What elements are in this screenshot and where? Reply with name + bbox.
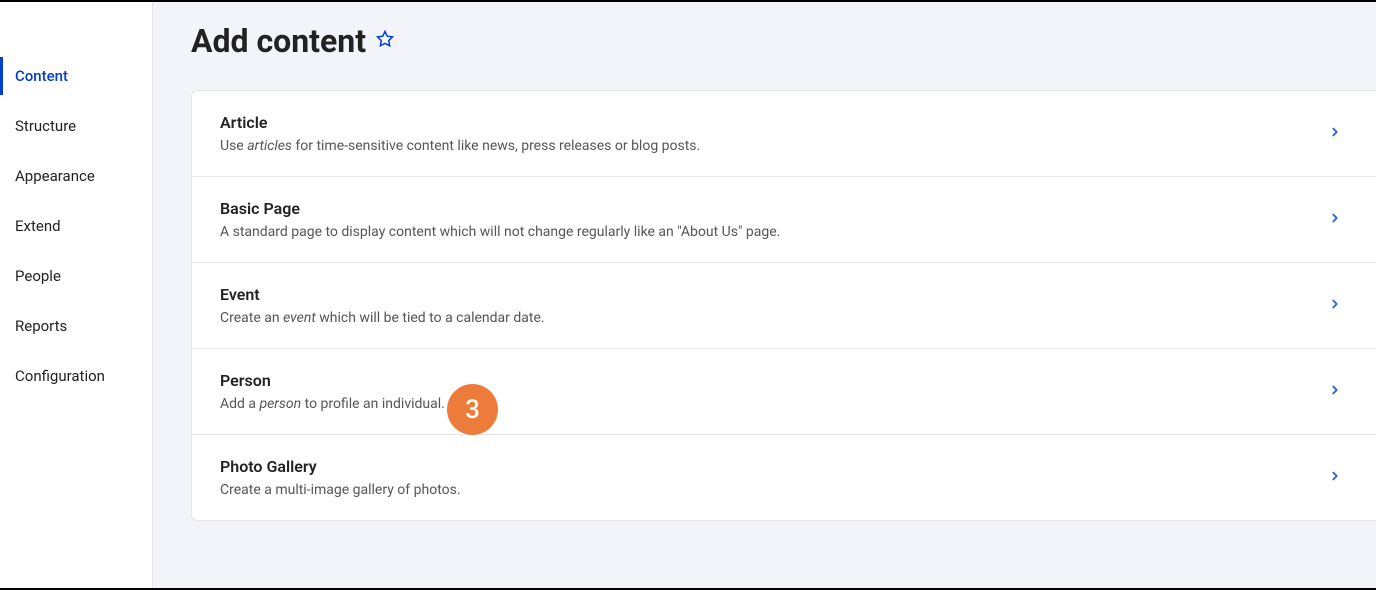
favorite-star-icon[interactable]	[376, 30, 394, 52]
content-item-description: Add a person to profile an individual.	[220, 396, 1328, 412]
sidebar-item-appearance[interactable]: Appearance	[0, 157, 152, 195]
content-item-body: Person Add a person to profile an individ…	[220, 371, 1328, 412]
sidebar-item-content[interactable]: Content	[0, 57, 152, 95]
main-content: Add content Article Use articles for time…	[153, 2, 1376, 588]
content-item-title: Photo Gallery	[220, 457, 1328, 476]
content-item-title: Person	[220, 371, 1328, 390]
content-item-body: Article Use articles for time-sensitive c…	[220, 113, 1328, 154]
sidebar-item-structure[interactable]: Structure	[0, 107, 152, 145]
content-item-body: Photo Gallery Create a multi-image galler…	[220, 457, 1328, 498]
sidebar-item-label: Reports	[15, 317, 67, 335]
chevron-right-icon	[1328, 382, 1342, 401]
content-type-person[interactable]: Person Add a person to profile an individ…	[192, 349, 1376, 435]
content-type-event[interactable]: Event Create an event which will be tied …	[192, 263, 1376, 349]
chevron-right-icon	[1328, 124, 1342, 143]
chevron-right-icon	[1328, 468, 1342, 487]
chevron-right-icon	[1328, 296, 1342, 315]
content-item-body: Event Create an event which will be tied …	[220, 285, 1328, 326]
content-item-title: Article	[220, 113, 1328, 132]
content-type-list: Article Use articles for time-sensitive c…	[191, 90, 1376, 521]
sidebar-item-label: Appearance	[15, 167, 95, 185]
content-item-title: Basic Page	[220, 199, 1328, 218]
annotation-marker: 3	[447, 384, 498, 435]
content-type-article[interactable]: Article Use articles for time-sensitive c…	[192, 91, 1376, 177]
sidebar-item-label: Extend	[15, 217, 61, 235]
content-type-photo-gallery[interactable]: Photo Gallery Create a multi-image galler…	[192, 435, 1376, 520]
page-header: Add content	[191, 22, 1376, 60]
sidebar-item-extend[interactable]: Extend	[0, 207, 152, 245]
sidebar-item-people[interactable]: People	[0, 257, 152, 295]
sidebar-item-configuration[interactable]: Configuration	[0, 357, 152, 395]
content-type-basic-page[interactable]: Basic Page A standard page to display con…	[192, 177, 1376, 263]
sidebar: Content Structure Appearance Extend People Re…	[0, 2, 153, 588]
sidebar-item-label: People	[15, 267, 61, 285]
chevron-right-icon	[1328, 210, 1342, 229]
content-item-title: Event	[220, 285, 1328, 304]
content-item-description: A standard page to display content which…	[220, 224, 1328, 240]
sidebar-item-label: Configuration	[15, 367, 105, 385]
content-item-description: Use articles for time-sensitive content …	[220, 138, 1328, 154]
content-item-description: Create a multi-image gallery of photos.	[220, 482, 1328, 498]
content-item-description: Create an event which will be tied to a …	[220, 310, 1328, 326]
sidebar-item-reports[interactable]: Reports	[0, 307, 152, 345]
page-title: Add content	[191, 22, 366, 60]
sidebar-item-label: Content	[15, 67, 68, 85]
content-item-body: Basic Page A standard page to display con…	[220, 199, 1328, 240]
sidebar-item-label: Structure	[15, 117, 76, 135]
